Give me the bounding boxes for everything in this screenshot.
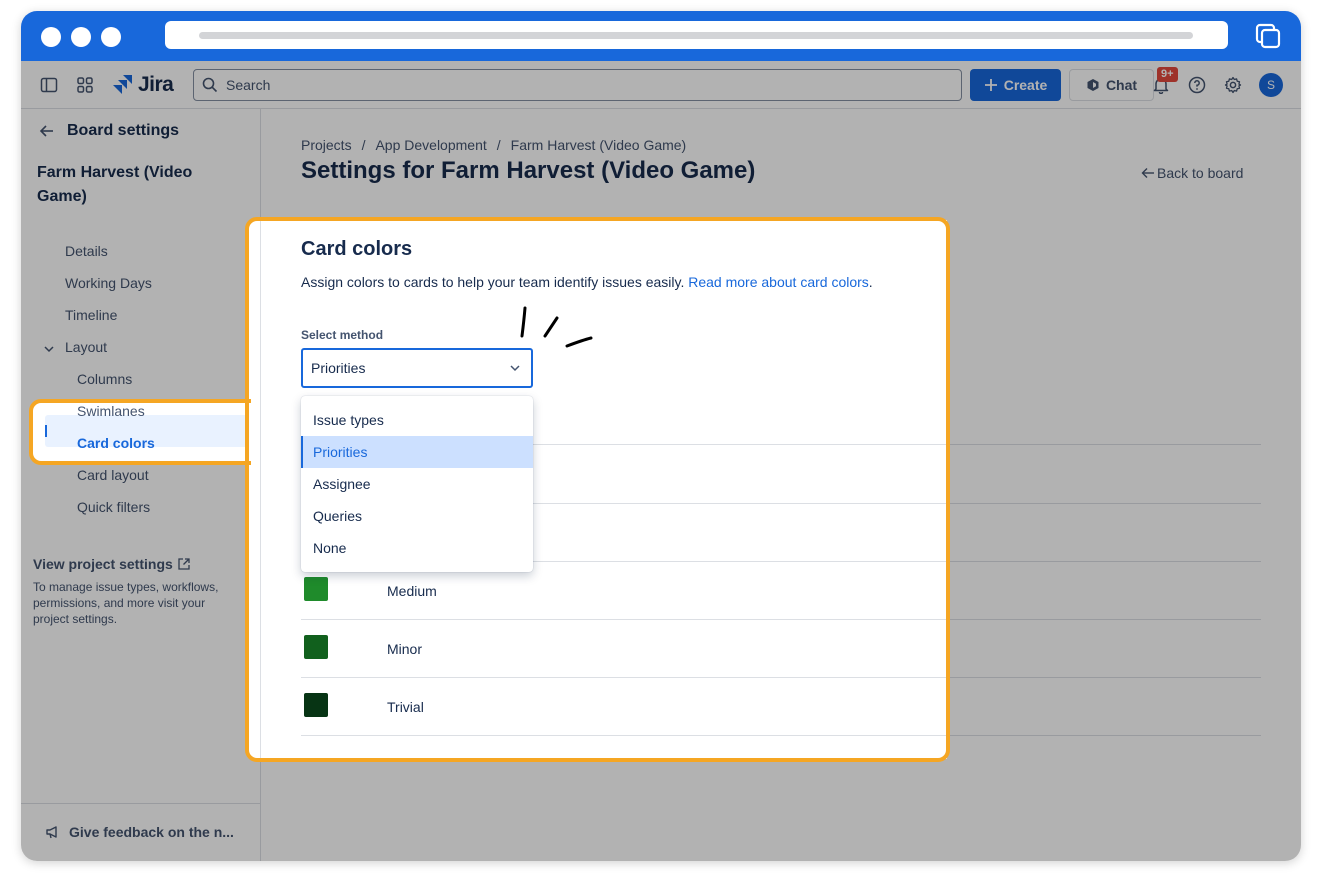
select-method-menu: Issue types Priorities Assignee Queries …	[301, 396, 533, 572]
sidebar-active-indicator	[45, 425, 47, 437]
sidebar-item-working-days[interactable]: Working Days	[65, 275, 152, 291]
priority-label-trivial: Trivial	[387, 699, 424, 715]
tabs-overview-icon[interactable]	[1254, 22, 1282, 50]
color-swatch-trivial[interactable]	[304, 693, 328, 717]
select-method-value: Priorities	[311, 360, 366, 376]
view-project-settings-link[interactable]: View project settings	[33, 556, 191, 572]
create-button[interactable]: Create	[970, 69, 1061, 101]
priority-label-medium: Medium	[387, 583, 437, 599]
sidebar-item-card-layout[interactable]: Card layout	[77, 467, 149, 483]
give-feedback-button[interactable]: Give feedback on the n...	[45, 824, 234, 840]
window-minimize-dot[interactable]	[71, 27, 91, 47]
app-switcher-icon[interactable]	[73, 73, 97, 97]
search-placeholder: Search	[226, 77, 271, 93]
view-project-settings-label: View project settings	[33, 556, 173, 572]
breadcrumb-separator: /	[496, 137, 501, 153]
card-colors-heading: Card colors	[301, 238, 413, 260]
jira-logo-text: Jira	[138, 73, 174, 96]
window-maximize-dot[interactable]	[101, 27, 121, 47]
window-close-dot[interactable]	[41, 27, 61, 47]
external-link-icon	[178, 558, 190, 570]
browser-chrome	[21, 11, 1301, 61]
sidebar-footer: Give feedback on the n...	[21, 803, 260, 861]
arrow-left-icon	[39, 125, 53, 137]
user-avatar[interactable]: S	[1259, 73, 1283, 97]
sidebar-item-swimlanes[interactable]: Swimlanes	[77, 403, 145, 419]
page-title: Settings for Farm Harvest (Video Game)	[301, 157, 756, 184]
search-icon	[202, 77, 218, 93]
board-settings-sidebar: Board settings Farm Harvest (Video Game)…	[21, 109, 261, 861]
sidebar-item-card-colors[interactable]: Card colors	[77, 435, 155, 451]
settings-gear-icon[interactable]	[1221, 73, 1245, 97]
jira-logo-icon	[113, 75, 132, 94]
arrow-left-icon	[1141, 168, 1154, 178]
breadcrumb-farm-harvest[interactable]: Farm Harvest (Video Game)	[511, 137, 687, 153]
option-issue-types[interactable]: Issue types	[301, 404, 533, 436]
megaphone-icon	[46, 826, 57, 839]
breadcrumb-projects[interactable]: Projects	[301, 137, 352, 153]
table-divider	[301, 735, 1261, 736]
description-period: .	[868, 274, 873, 290]
back-to-board-label: Back to board	[1157, 165, 1244, 181]
color-swatch-medium[interactable]	[304, 577, 328, 601]
read-more-card-colors-link[interactable]: Read more about card colors	[688, 274, 869, 290]
option-assignee[interactable]: Assignee	[301, 468, 533, 500]
card-colors-description-text: Assign colors to cards to help your team…	[301, 274, 685, 290]
color-swatch-minor[interactable]	[304, 635, 328, 659]
option-priorities[interactable]: Priorities	[301, 436, 533, 468]
notifications-badge: 9+	[1157, 67, 1178, 82]
help-icon[interactable]	[1185, 73, 1209, 97]
sidebar-item-quick-filters[interactable]: Quick filters	[77, 499, 150, 515]
search-input[interactable]: Search	[193, 69, 962, 101]
card-colors-description: Assign colors to cards to help your team…	[301, 274, 873, 290]
sidebar-item-columns[interactable]: Columns	[77, 371, 132, 387]
dim-overlay	[947, 220, 1301, 861]
board-settings-heading: Board settings	[67, 122, 180, 139]
rovo-chat-icon	[1087, 79, 1099, 91]
breadcrumb-app-development[interactable]: App Development	[375, 137, 486, 153]
sidebar-item-timeline[interactable]: Timeline	[65, 307, 117, 323]
plus-icon	[984, 79, 997, 91]
url-bar[interactable]	[165, 21, 1228, 49]
breadcrumb: Projects / App Development / Farm Harves…	[301, 137, 686, 153]
url-placeholder-line	[199, 32, 1193, 39]
project-settings-description: To manage issue types, workflows, permis…	[33, 580, 219, 626]
create-button-label: Create	[1003, 77, 1048, 93]
give-feedback-label: Give feedback on the n...	[69, 824, 234, 840]
back-to-board-link[interactable]: Back to board	[1141, 165, 1243, 181]
chat-button[interactable]: Chat	[1069, 69, 1154, 101]
browser-window: Jira Search Create Chat 9+ S Board setti…	[21, 11, 1301, 861]
chevron-down-icon[interactable]	[43, 343, 55, 355]
table-divider	[301, 677, 1261, 678]
jira-logo[interactable]: Jira	[113, 72, 174, 98]
sidebar-item-layout[interactable]: Layout	[65, 339, 107, 355]
board-settings-back-link[interactable]: Board settings	[39, 122, 179, 140]
sidebar-project-name: Farm Harvest (Video Game)	[37, 164, 193, 205]
priority-label-minor: Minor	[387, 641, 423, 657]
dim-overlay	[249, 759, 947, 861]
attention-marks-icon	[520, 306, 593, 348]
select-method-dropdown[interactable]: Priorities	[301, 348, 533, 388]
option-queries[interactable]: Queries	[301, 500, 533, 532]
sidebar-toggle-icon[interactable]	[37, 73, 61, 97]
breadcrumb-separator: /	[361, 137, 366, 153]
select-method-label: Select method	[301, 328, 384, 342]
sidebar-item-details[interactable]: Details	[65, 243, 108, 259]
option-none[interactable]: None	[301, 532, 533, 564]
chat-button-label: Chat	[1105, 77, 1138, 93]
top-navigation: Jira Search Create Chat 9+ S	[21, 61, 1301, 109]
table-divider	[301, 619, 1261, 620]
